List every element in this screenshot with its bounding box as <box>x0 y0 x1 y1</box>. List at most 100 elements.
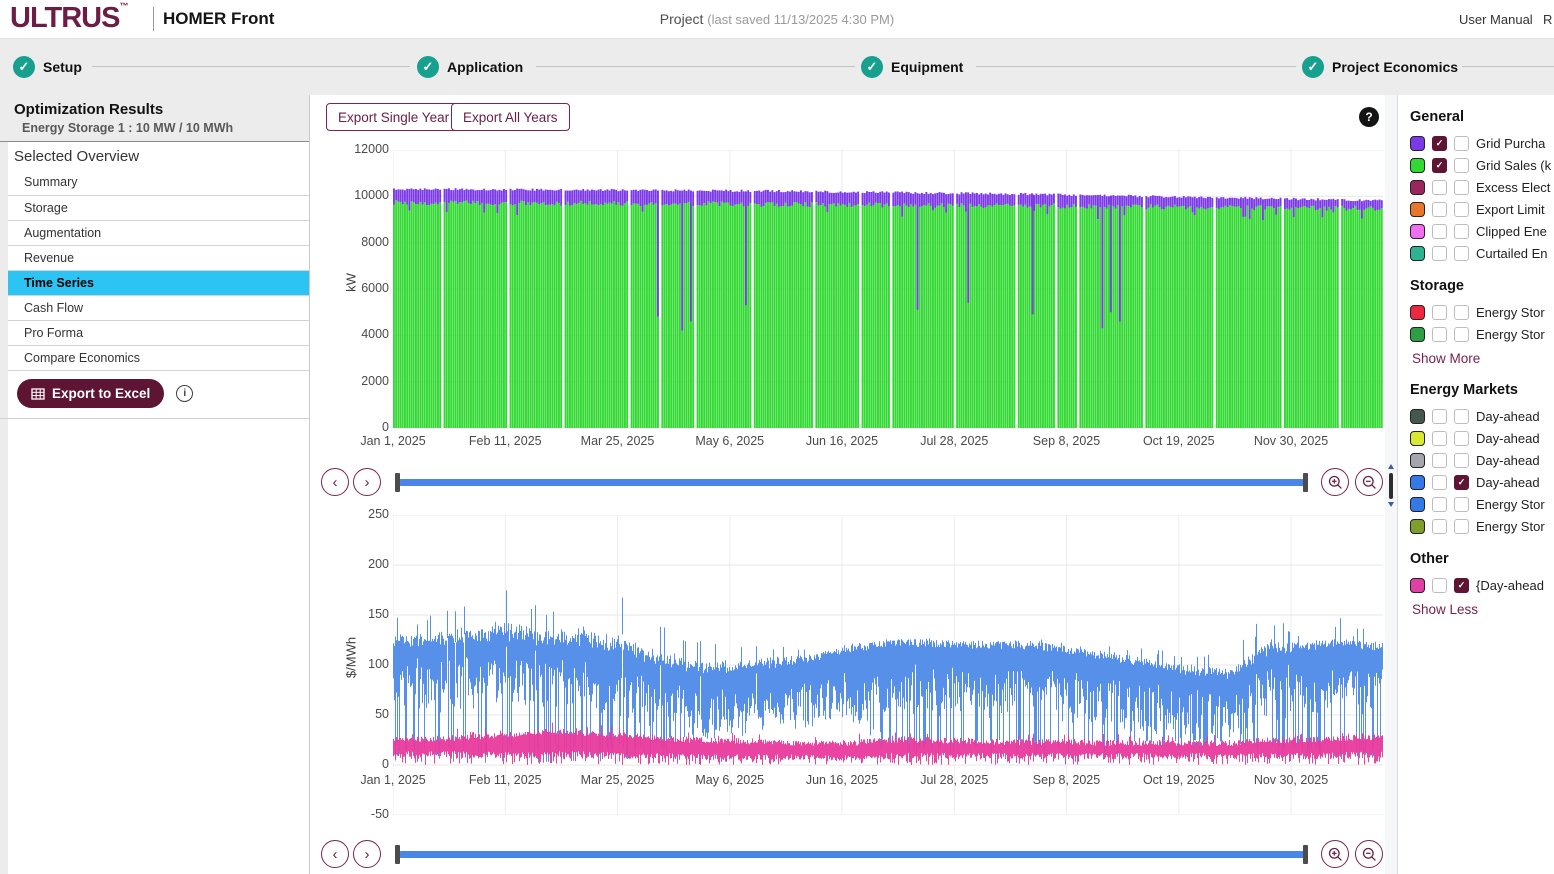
legend-row: Clipped Ene <box>1410 220 1554 242</box>
bottom-chart-checkbox[interactable] <box>1454 519 1469 534</box>
selected-system-summary: Energy Storage 1 : 10 MW / 10 MWh <box>22 121 309 135</box>
color-swatch <box>1410 578 1425 593</box>
top-chart-checkbox[interactable]: ✓ <box>1432 136 1447 151</box>
bottom-chart-checkbox[interactable] <box>1454 305 1469 320</box>
pan-left-button[interactable]: ‹ <box>321 468 349 496</box>
y-axis-tick-label: 200 <box>341 557 389 571</box>
top-chart-checkbox[interactable] <box>1432 475 1447 490</box>
bottom-chart-checkbox[interactable] <box>1454 431 1469 446</box>
color-swatch <box>1410 136 1425 151</box>
sidebar-item-pro-forma[interactable]: Pro Forma <box>8 320 309 345</box>
scroll-up-arrow-icon[interactable] <box>1388 464 1394 469</box>
sidebar-item-compare-economics[interactable]: Compare Economics <box>8 345 309 371</box>
range-slider-left-handle[interactable] <box>395 845 400 864</box>
check-icon: ✓ <box>1302 56 1324 78</box>
export-all-years-button[interactable]: Export All Years <box>451 103 570 131</box>
scrollbar-thumb[interactable] <box>1389 473 1393 499</box>
top-chart-checkbox[interactable] <box>1432 246 1447 261</box>
range-slider-track[interactable] <box>398 851 1306 858</box>
export-to-excel-button[interactable]: Export to Excel <box>17 379 164 408</box>
top-chart-checkbox[interactable] <box>1432 202 1447 217</box>
chevron-right-icon: › <box>365 846 370 863</box>
bottom-chart-checkbox[interactable] <box>1454 246 1469 261</box>
x-axis-tick-label: Mar 25, 2025 <box>570 434 666 448</box>
sidebar-item-time-series[interactable]: Time Series <box>8 270 309 295</box>
range-slider-left-handle[interactable] <box>395 473 400 492</box>
top-chart-checkbox[interactable]: ✓ <box>1432 158 1447 173</box>
legend-row: Day-ahead <box>1410 405 1554 427</box>
legend-row: Excess Elect <box>1410 176 1554 198</box>
bottom-chart-checkbox[interactable] <box>1454 158 1469 173</box>
legend-label: Energy Stor <box>1476 519 1545 534</box>
legend-show-more-link[interactable]: Show More <box>1412 351 1480 366</box>
bottom-chart-checkbox[interactable] <box>1454 409 1469 424</box>
step-setup[interactable]: ✓ Setup <box>13 56 82 78</box>
pan-left-button[interactable]: ‹ <box>321 840 349 868</box>
y-axis-tick-label: 0 <box>341 757 389 771</box>
zoom-out-button[interactable] <box>1355 840 1383 868</box>
range-slider-track[interactable] <box>398 479 1306 486</box>
price-line-plot[interactable] <box>393 515 1383 815</box>
info-icon[interactable]: i <box>176 385 193 402</box>
top-chart-checkbox[interactable] <box>1432 327 1447 342</box>
top-chart-checkbox[interactable] <box>1432 519 1447 534</box>
bottom-chart-checkbox[interactable]: ✓ <box>1454 578 1469 593</box>
legend-label: Excess Elect <box>1476 180 1550 195</box>
zoom-in-button[interactable] <box>1321 468 1349 496</box>
legend-label: {Day-ahead <box>1476 578 1544 593</box>
step-application[interactable]: ✓ Application <box>417 56 523 78</box>
legend-show-less-link[interactable]: Show Less <box>1412 602 1478 617</box>
color-swatch <box>1410 409 1425 424</box>
legend-section-title: Storage <box>1410 278 1554 294</box>
legend-row: Energy Stor <box>1410 515 1554 537</box>
pan-right-button[interactable]: › <box>353 468 381 496</box>
time-series-panel: Export Single Year Export All Years ? kW… <box>311 95 1385 874</box>
top-chart-checkbox[interactable] <box>1432 497 1447 512</box>
y-axis-tick-label: 150 <box>341 607 389 621</box>
bottom-chart-checkbox[interactable] <box>1454 327 1469 342</box>
legend-row: Energy Stor <box>1410 301 1554 323</box>
step-equipment[interactable]: ✓ Equipment <box>861 56 963 78</box>
bottom-chart-checkbox[interactable] <box>1454 136 1469 151</box>
top-chart-checkbox[interactable] <box>1432 578 1447 593</box>
ultrus-logo[interactable]: ULTRUS™ <box>10 1 128 35</box>
legend-label: Curtailed En <box>1476 246 1548 261</box>
user-manual-link[interactable]: User Manual <box>1459 12 1533 27</box>
export-single-year-button[interactable]: Export Single Year <box>326 103 461 131</box>
top-chart-checkbox[interactable] <box>1432 224 1447 239</box>
price-time-series-chart[interactable] <box>393 515 1383 815</box>
top-chart-checkbox[interactable] <box>1432 180 1447 195</box>
zoom-out-button[interactable] <box>1355 468 1383 496</box>
bottom-chart-checkbox[interactable] <box>1454 180 1469 195</box>
sidebar-item-augmentation[interactable]: Augmentation <box>8 220 309 245</box>
bottom-chart-checkbox[interactable] <box>1454 453 1469 468</box>
bottom-chart-checkbox[interactable]: ✓ <box>1454 475 1469 490</box>
top-chart-checkbox[interactable] <box>1432 431 1447 446</box>
zoom-in-button[interactable] <box>1321 840 1349 868</box>
bottom-chart-checkbox[interactable] <box>1454 497 1469 512</box>
top-chart-checkbox[interactable] <box>1432 453 1447 468</box>
step-project-economics[interactable]: ✓ Project Economics <box>1302 56 1458 78</box>
sidebar-item-revenue[interactable]: Revenue <box>8 245 309 270</box>
x-axis-tick-label: Jan 1, 2025 <box>345 434 441 448</box>
sidebar-item-summary[interactable]: Summary <box>8 170 309 195</box>
help-icon[interactable]: ? <box>1359 107 1379 127</box>
legend-label: Day-ahead <box>1476 475 1540 490</box>
pan-right-button[interactable]: › <box>353 840 381 868</box>
bottom-chart-checkbox[interactable] <box>1454 224 1469 239</box>
stacked-bar-plot[interactable] <box>393 150 1383 428</box>
range-slider-right-handle[interactable] <box>1303 473 1308 492</box>
top-chart-checkbox[interactable] <box>1432 409 1447 424</box>
sidebar-item-cash-flow[interactable]: Cash Flow <box>8 295 309 320</box>
top-chart-checkbox[interactable] <box>1432 305 1447 320</box>
results-link-clipped[interactable]: R <box>1543 12 1552 27</box>
sidebar-item-storage[interactable]: Storage <box>8 195 309 220</box>
main-scrollbar[interactable] <box>1385 95 1397 874</box>
bottom-chart-checkbox[interactable] <box>1454 202 1469 217</box>
project-name: Project <box>660 11 704 27</box>
results-sidebar: Optimization Results Energy Storage 1 : … <box>0 95 310 874</box>
power-time-series-chart[interactable] <box>393 150 1383 428</box>
range-slider-right-handle[interactable] <box>1303 845 1308 864</box>
y-axis-tick-label: 12000 <box>341 142 389 156</box>
scroll-down-arrow-icon[interactable] <box>1388 502 1394 507</box>
